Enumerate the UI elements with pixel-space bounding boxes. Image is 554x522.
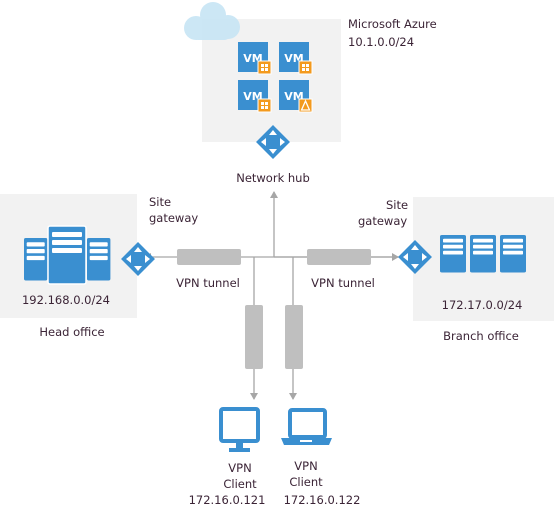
vpn-client-1: VPN Client 172.16.0.121 <box>189 407 266 507</box>
head-gateway-label-2: gateway <box>149 211 198 225</box>
network-diagram: VM VM VM VM Microsoft Azure 10.1.0.0/24 … <box>0 2 554 507</box>
tunnels <box>177 249 371 369</box>
head-office: Site gateway 192.168.0.0/24 Head office <box>0 194 198 339</box>
vpn-client-2: VPN Client 172.16.0.122 <box>281 408 361 507</box>
branch-office-subnet: 172.17.0.0/24 <box>442 298 523 312</box>
linux-icon <box>298 98 313 113</box>
tunnel-client-1 <box>245 305 263 369</box>
client-2-ip: 172.16.0.122 <box>284 493 361 507</box>
branch-gateway-label-1: Site <box>386 198 408 212</box>
windows-icon <box>298 60 313 75</box>
azure-subnet: 10.1.0.0/24 <box>348 35 414 49</box>
head-office-subnet: 192.168.0.0/24 <box>22 293 110 307</box>
head-office-label: Head office <box>39 325 104 339</box>
client-1-ip: 172.16.0.121 <box>189 493 266 507</box>
tunnel-client-2 <box>285 305 303 369</box>
vm-windows-tile: VM <box>238 42 272 75</box>
head-gateway-label-1: Site <box>149 195 171 209</box>
cloud-icon <box>184 2 240 40</box>
vm-windows-tile: VM <box>238 80 272 113</box>
tunnel-label-branch: VPN tunnel <box>311 276 375 290</box>
client-2-line1: VPN <box>294 459 317 473</box>
vm-linux-tile: VM <box>279 80 313 113</box>
windows-icon <box>257 60 272 75</box>
tunnel-branch-office <box>307 249 371 265</box>
server-icon <box>440 235 526 273</box>
tunnel-label-head: VPN tunnel <box>176 276 240 290</box>
windows-icon <box>257 98 272 113</box>
branch-gateway-label-2: gateway <box>358 214 407 228</box>
client-1-line1: VPN <box>228 461 251 475</box>
branch-office-label: Branch office <box>443 329 519 343</box>
client-2-line2: Client <box>289 475 323 489</box>
azure-region: VM VM VM VM Microsoft Azure 10.1.0.0/24 … <box>184 2 437 185</box>
branch-office: Site gateway 172.17.0.0/24 Branch office <box>358 197 554 343</box>
laptop-icon <box>281 408 332 445</box>
hub-label: Network hub <box>236 171 310 185</box>
tunnel-head-office <box>177 249 241 265</box>
client-1-line2: Client <box>223 477 257 491</box>
azure-title: Microsoft Azure <box>348 17 437 31</box>
monitor-icon <box>219 407 260 452</box>
vm-windows-tile: VM <box>279 42 313 75</box>
